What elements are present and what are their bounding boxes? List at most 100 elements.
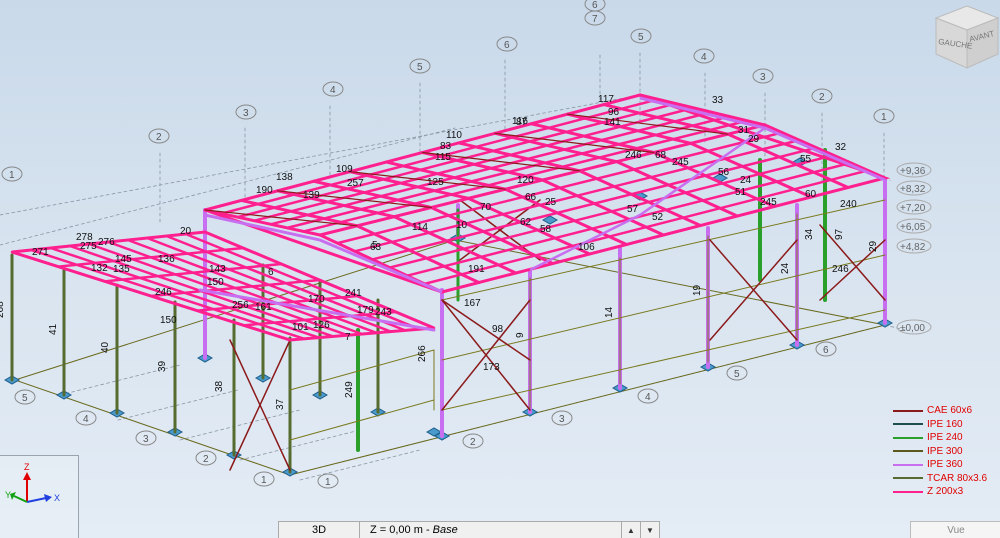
level-label: +8,32 [900, 184, 926, 195]
legend-item: IPE 240 [893, 431, 997, 445]
axis-y-label: Y [5, 490, 11, 500]
member-label: 245 [760, 197, 777, 208]
level-name: Base [432, 524, 458, 536]
member-label: 106 [578, 242, 595, 253]
level-label: +9,36 [900, 166, 926, 177]
member-label: 9 [515, 332, 526, 338]
grid-bubble-label: 1 [325, 477, 331, 488]
member-label: 37 [275, 398, 286, 410]
wall-rail [441, 309, 886, 411]
member-label: 150 [207, 277, 224, 288]
level-down-button[interactable]: ▼ [640, 522, 659, 538]
grid-bubble-label: 7 [592, 14, 598, 25]
member-label: 55 [800, 154, 812, 165]
member-label: 33 [712, 95, 724, 106]
axis-z-label: Z [24, 462, 30, 472]
grid-bubble-label: 5 [734, 369, 740, 380]
legend-item: Z 200x3 [893, 485, 997, 499]
grid-line [299, 449, 421, 481]
member-label: 266 [417, 345, 428, 362]
member-label: 191 [468, 264, 485, 275]
grid-bubble-label: 4 [701, 52, 707, 63]
grid-line [179, 409, 301, 441]
grid-bubble-label: 1 [9, 170, 15, 181]
member-label: 170 [308, 294, 325, 305]
section-legend: CAE 60x6 IPE 160 IPE 240 IPE 300 IPE 360 TCAR… [893, 404, 997, 499]
member-label: 24 [780, 262, 791, 274]
legend-item: IPE 160 [893, 418, 997, 432]
legend-item: IPE 300 [893, 445, 997, 459]
member-label: 70 [480, 202, 492, 213]
view-cube[interactable]: GAUCHE AVANT [934, 4, 1000, 70]
member-label: 87 [516, 117, 528, 128]
member-label: 249 [344, 381, 355, 398]
3d-viewport[interactable]: 6 7 6 5 5 4 4 3 3 2 2 1 1 6 5 4 3 2 1 5 4 3 2 1 +9,36 +8,32 +7,20 +… [0, 0, 1000, 538]
member-label: 14 [604, 306, 615, 318]
member-label: 190 [256, 185, 273, 196]
member-label: 161 [255, 302, 272, 313]
member-label: 101 [292, 322, 309, 333]
member-label: 31 [738, 125, 750, 136]
legend-label: CAE 60x6 [927, 405, 973, 417]
member-label: 29 [748, 134, 760, 145]
member-label: 246 [155, 287, 172, 298]
member-label: 117 [598, 94, 614, 105]
member-label: 29 [868, 240, 879, 252]
legend-item: IPE 360 [893, 458, 997, 472]
level-up-button[interactable]: ▲ [621, 522, 640, 538]
member-label: 25 [545, 197, 557, 208]
legend-swatch [893, 490, 923, 493]
legend-swatch [893, 450, 923, 453]
legend-item: CAE 60x6 [893, 404, 997, 418]
status-bar: 3D Z = 0,00 m - Base ▲ ▼ [278, 521, 660, 538]
grid-bubble-label: 4 [330, 85, 336, 96]
legend-label: TCAR 80x3.6 [927, 472, 988, 484]
member-label: 241 [345, 288, 362, 299]
legend-swatch [893, 463, 923, 466]
member-label: 19 [692, 284, 703, 296]
member-label: 132 [91, 263, 108, 274]
member-label: 135 [113, 264, 130, 275]
wall-rail [289, 349, 435, 391]
legend-label: IPE 240 [927, 432, 963, 444]
axis-triad: Z X Y [0, 455, 79, 538]
legend-swatch [893, 409, 923, 412]
member-label: 41 [48, 323, 59, 335]
member-label: 6 [268, 267, 274, 278]
grid-bubble-label: 5 [22, 393, 28, 404]
grid-bubble-label: 6 [592, 0, 598, 11]
member-label: 5 [372, 240, 378, 251]
legend-label: IPE 360 [927, 459, 963, 471]
member-label: 179 [357, 305, 374, 316]
member-label: 115 [435, 152, 451, 163]
grid-bubble-label: 2 [470, 437, 476, 448]
grid-bubble-label: 6 [504, 40, 510, 51]
level-prefix: Z = 0,00 m - [370, 524, 433, 536]
grid-bubble-label: 1 [881, 112, 887, 123]
member-label: 114 [412, 222, 428, 233]
axis-x-label: X [54, 493, 60, 503]
member-label: 256 [232, 300, 249, 311]
member-label: 125 [427, 177, 444, 188]
member-label: 40 [100, 341, 111, 353]
member-label: 240 [840, 199, 857, 210]
vue-tab[interactable]: Vue [910, 521, 1000, 538]
member-label: 173 [483, 362, 500, 373]
member-label: 246 [832, 264, 849, 275]
roof-bracing [276, 190, 432, 209]
member-label: 57 [627, 204, 639, 215]
member-label: 276 [98, 237, 115, 248]
grid-bubble-label: 4 [645, 392, 651, 403]
wall-rail [289, 399, 435, 441]
member-label: 243 [375, 307, 392, 318]
member-label: 51 [735, 187, 747, 198]
grid-bubble-label: 3 [143, 434, 149, 445]
member-label: 58 [540, 224, 552, 235]
structure-model[interactable]: 676554433221165432154321+9,36+8,32+7,20+… [0, 0, 1000, 538]
grid-line [117, 389, 239, 421]
grid-bubble-label: 5 [417, 62, 423, 73]
level-label: +7,20 [900, 203, 926, 214]
grid-bubble-label: 2 [203, 454, 209, 465]
legend-label: Z 200x3 [927, 486, 964, 498]
grid-bubble-label: 3 [243, 108, 249, 119]
